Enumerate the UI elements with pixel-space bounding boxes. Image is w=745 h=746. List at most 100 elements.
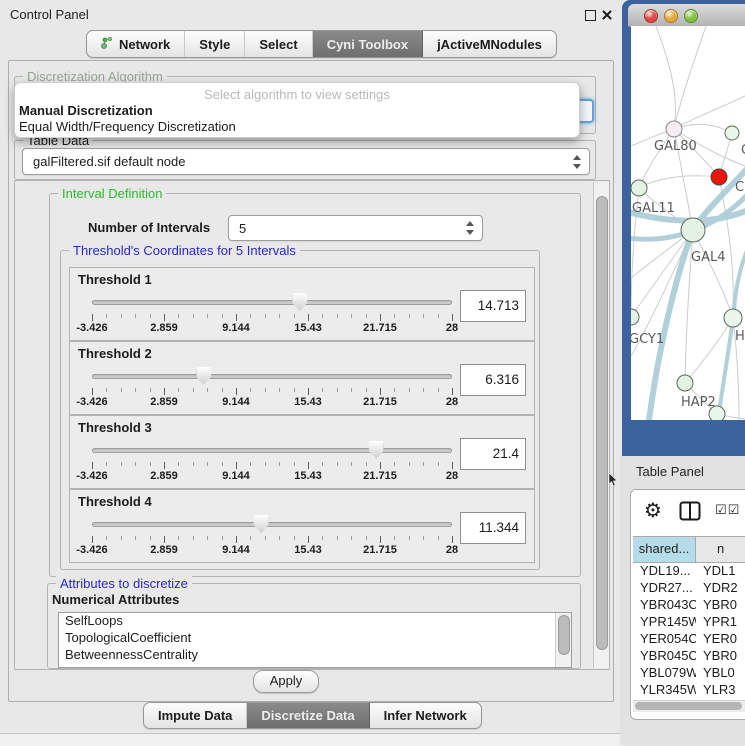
numerical-attributes-label: Numerical Attributes xyxy=(52,592,179,607)
tab-network[interactable]: Network xyxy=(87,31,185,57)
network-window-titlebar[interactable] xyxy=(628,4,745,27)
list-scrollbar[interactable] xyxy=(555,613,571,667)
attribute-list-item[interactable]: TopologicalCoefficient xyxy=(59,630,571,647)
slider-thumb[interactable] xyxy=(369,441,384,459)
table-cell: YDL19... xyxy=(633,562,696,579)
control-panel: Control Panel Network Style Select xyxy=(0,0,620,745)
threshold-value-field[interactable]: 21.4 xyxy=(460,438,526,470)
tab-label: Infer Network xyxy=(384,708,467,723)
tab-jactivemnodules[interactable]: jActiveMNodules xyxy=(423,31,556,57)
top-tab-bar: Network Style Select Cyni Toolbox jActiv… xyxy=(86,30,557,58)
threshold-value-field[interactable]: 11.344 xyxy=(460,512,526,544)
network-node[interactable] xyxy=(681,218,705,242)
scrollbar-thumb[interactable] xyxy=(635,702,742,710)
float-window-icon[interactable] xyxy=(585,10,596,21)
attributes-group-title: Attributes to discretize xyxy=(56,576,192,591)
minimize-traffic-light[interactable] xyxy=(664,9,678,23)
attribute-list-item[interactable]: SelfLoops xyxy=(59,613,571,630)
attribute-list-item[interactable]: BetweennessCentrality xyxy=(59,647,571,664)
node-label: GAL11 xyxy=(632,201,675,216)
scrollbar-thumb[interactable] xyxy=(558,615,570,655)
slider-ticks xyxy=(92,462,452,470)
threshold-slider[interactable] xyxy=(92,514,452,536)
table-body: YDL19...YDL1YDR27...YDR2YBR043CYBR0YPR14… xyxy=(633,562,745,702)
threshold-slider[interactable] xyxy=(92,366,452,388)
interval-definition-title: Interval Definition xyxy=(58,186,166,201)
column-header[interactable]: shared... xyxy=(633,537,696,562)
dropdown-item-manual[interactable]: Manual Discretization xyxy=(18,103,576,119)
table-data-combobox[interactable]: galFiltered.sif default node xyxy=(22,148,590,175)
network-node[interactable] xyxy=(724,309,742,327)
network-node[interactable] xyxy=(711,169,727,185)
threshold-value-field[interactable]: 14.713 xyxy=(460,290,526,322)
tab-style[interactable]: Style xyxy=(185,31,245,57)
settings-scroll-area: Interval Definition Number of Intervals … xyxy=(14,180,610,670)
table-row[interactable]: YPR145WYPR1 xyxy=(633,613,745,630)
table-row[interactable]: YDL19...YDL1 xyxy=(633,562,745,579)
network-node[interactable] xyxy=(725,126,739,140)
tab-discretize-data[interactable]: Discretize Data xyxy=(247,703,369,728)
tab-label: Discretize Data xyxy=(261,708,354,723)
network-node[interactable] xyxy=(631,180,647,196)
tab-impute-data[interactable]: Impute Data xyxy=(144,703,247,728)
slider-track[interactable] xyxy=(92,448,452,453)
threshold-slider[interactable] xyxy=(92,440,452,462)
table-data-value: galFiltered.sif default node xyxy=(33,154,185,169)
vertical-scrollbar[interactable] xyxy=(593,182,609,668)
network-canvas[interactable]: GAL80GCGAL11GAL4GCY1HHAP2 xyxy=(631,26,745,420)
window-bottom-strip xyxy=(0,733,620,746)
slider-thumb[interactable] xyxy=(196,367,211,385)
threshold-1-block: Threshold 1 -3.4262.8599.14415.4321.7152… xyxy=(69,267,535,341)
threshold-slider[interactable] xyxy=(92,292,452,314)
tab-select[interactable]: Select xyxy=(245,31,312,57)
tab-cyni-toolbox[interactable]: Cyni Toolbox xyxy=(313,31,423,57)
network-node[interactable] xyxy=(631,309,639,325)
table-cell: YBR043C xyxy=(633,596,696,613)
tab-infer-network[interactable]: Infer Network xyxy=(370,703,481,728)
slider-tick-labels: -3.4262.8599.14415.4321.71528 xyxy=(92,544,452,557)
table-toolbar: ⚙ ☑☑ xyxy=(631,490,745,534)
close-icon[interactable] xyxy=(601,9,613,21)
combo-spinner-icon xyxy=(466,221,475,235)
table-row[interactable]: YBR043CYBR0 xyxy=(633,596,745,613)
application-root: Control Panel Network Style Select xyxy=(0,0,745,745)
slider-track[interactable] xyxy=(92,522,452,527)
numerical-attributes-list[interactable]: SelfLoopsTopologicalCoefficientBetweenne… xyxy=(58,612,572,668)
network-node[interactable] xyxy=(666,121,682,137)
dropdown-item-equal-width[interactable]: Equal Width/Frequency Discretization xyxy=(18,119,576,135)
threshold-label: Threshold 3 xyxy=(78,420,152,435)
network-node[interactable] xyxy=(677,375,693,391)
threshold-2-block: Threshold 2 -3.4262.8599.14415.4321.7152… xyxy=(69,341,535,415)
close-traffic-light[interactable] xyxy=(644,9,658,23)
zoom-traffic-light[interactable] xyxy=(684,9,698,23)
column-header[interactable]: n xyxy=(696,537,745,562)
attributes-groupbox: Attributes to discretize Numerical Attri… xyxy=(47,583,581,669)
node-label: GAL4 xyxy=(691,250,725,265)
scrollbar-thumb[interactable] xyxy=(596,196,608,650)
tab-label: Cyni Toolbox xyxy=(327,37,408,52)
bottom-tab-bar: Impute Data Discretize Data Infer Networ… xyxy=(143,702,482,729)
apply-button[interactable]: Apply xyxy=(253,670,319,693)
threshold-value-field[interactable]: 6.316 xyxy=(460,364,526,396)
settings-gear-icon[interactable]: ⚙ xyxy=(644,498,662,522)
table-row[interactable]: YBL079WYBL0 xyxy=(633,664,745,681)
select-columns-icon[interactable]: ☑☑ xyxy=(715,503,740,518)
table-cell: YLR345W xyxy=(633,681,696,698)
table-cell: YDR2 xyxy=(696,579,745,596)
slider-track[interactable] xyxy=(92,300,452,305)
slider-track[interactable] xyxy=(92,374,452,379)
table-row[interactable]: YLR345WYLR3 xyxy=(633,681,745,698)
table-cell: YPR145W xyxy=(633,613,696,630)
horizontal-scrollbar[interactable] xyxy=(633,700,745,712)
slider-thumb[interactable] xyxy=(254,515,269,533)
num-intervals-combobox[interactable]: 5 xyxy=(228,215,483,241)
mouse-cursor xyxy=(608,473,618,492)
table-row[interactable]: YBR045CYBR0 xyxy=(633,647,745,664)
tab-label: Network xyxy=(119,37,170,52)
split-columns-icon[interactable] xyxy=(679,501,701,526)
table-row[interactable]: YER054CYER0 xyxy=(633,630,745,647)
table-row[interactable]: YDR27...YDR2 xyxy=(633,579,745,596)
slider-ticks xyxy=(92,314,452,322)
slider-thumb[interactable] xyxy=(292,293,307,311)
table-header-row: shared...n xyxy=(633,536,745,563)
